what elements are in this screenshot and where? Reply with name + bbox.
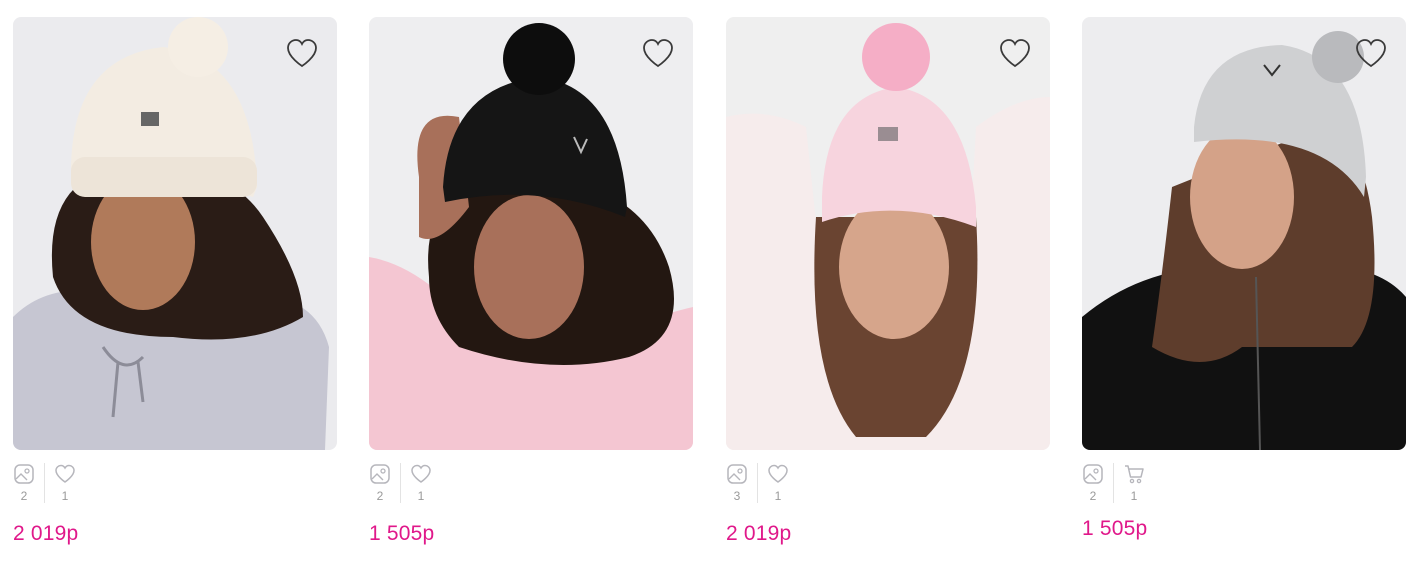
photos-stat: 2: [1082, 463, 1104, 507]
stats-divider: [44, 463, 45, 503]
photos-stat: 2: [369, 463, 391, 507]
add-to-favorites-heart-icon[interactable]: [641, 37, 675, 69]
product-price[interactable]: 1 505р: [369, 522, 434, 546]
product-image[interactable]: [13, 17, 337, 450]
product-image[interactable]: [369, 17, 693, 450]
photos-stat: 2: [13, 463, 35, 507]
image-icon: [1083, 464, 1103, 484]
product-photo: [1082, 17, 1406, 450]
favorites-count: 1: [774, 489, 782, 503]
product-stats: 2 1: [1082, 463, 1145, 507]
product-photo: [726, 17, 1050, 450]
product-stats: 2 1: [13, 463, 76, 507]
product-stats: 3 1: [726, 463, 789, 507]
heart-icon: [768, 464, 788, 483]
image-icon: [727, 464, 747, 484]
product-image[interactable]: [726, 17, 1050, 450]
product-card[interactable]: 2 1 1 505р: [1082, 17, 1406, 557]
cart-icon: [1125, 465, 1144, 484]
product-photo: [13, 17, 337, 450]
stats-divider: [757, 463, 758, 503]
stats-divider: [400, 463, 401, 503]
favorites-count: 1: [417, 489, 425, 503]
add-to-favorites-heart-icon[interactable]: [285, 37, 319, 69]
favorites-stat[interactable]: 1: [767, 463, 789, 507]
cart-stat[interactable]: 1: [1123, 463, 1145, 507]
image-icon: [14, 464, 34, 484]
favorites-count: 1: [61, 489, 69, 503]
cart-count: 1: [1130, 489, 1138, 503]
photos-count: 2: [20, 489, 28, 503]
photos-count: 3: [733, 489, 741, 503]
photos-count: 2: [376, 489, 384, 503]
heart-icon: [411, 464, 431, 483]
add-to-favorites-heart-icon[interactable]: [998, 37, 1032, 69]
product-price[interactable]: 1 505р: [1082, 517, 1147, 541]
product-card[interactable]: 2 1 1 505р: [369, 17, 693, 557]
heart-icon: [55, 464, 75, 483]
image-icon: [370, 464, 390, 484]
product-stats: 2 1: [369, 463, 432, 507]
product-grid: 2 1 2 019р 2 1 1 505р 3 1 2 019р 2 1 1 5…: [0, 0, 1415, 563]
product-card[interactable]: 3 1 2 019р: [726, 17, 1050, 557]
photos-stat: 3: [726, 463, 748, 507]
favorites-stat[interactable]: 1: [54, 463, 76, 507]
product-price[interactable]: 2 019р: [726, 522, 791, 546]
product-image[interactable]: [1082, 17, 1406, 450]
product-card[interactable]: 2 1 2 019р: [13, 17, 337, 557]
favorites-stat[interactable]: 1: [410, 463, 432, 507]
stats-divider: [1113, 463, 1114, 503]
product-photo: [369, 17, 693, 450]
add-to-favorites-heart-icon[interactable]: [1354, 37, 1388, 69]
product-price[interactable]: 2 019р: [13, 522, 78, 546]
photos-count: 2: [1089, 489, 1097, 503]
